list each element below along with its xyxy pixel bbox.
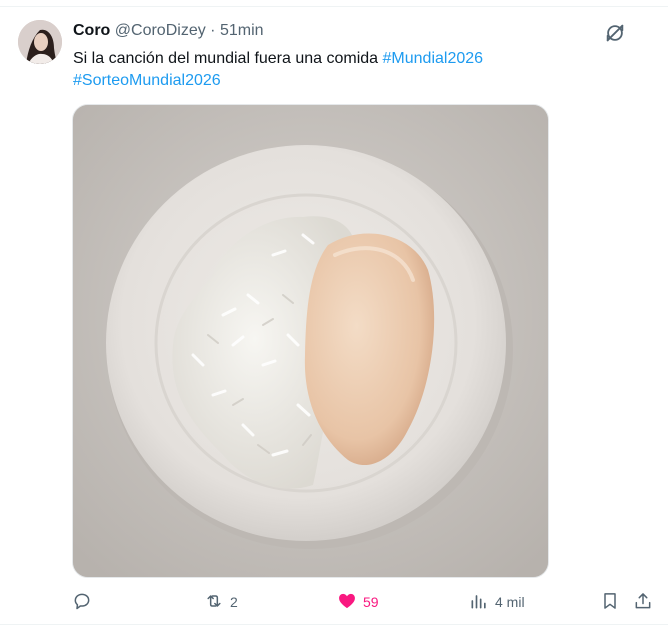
views-icon [469,591,489,614]
post-body: Si la canción del mundial fuera una comi… [73,50,383,67]
reply-icon [72,591,92,614]
post-header: Coro @CoroDizey · 51min [73,22,264,40]
repost-count: 2 [230,594,238,610]
reply-button[interactable] [72,588,98,616]
like-count: 59 [363,594,379,610]
post-actions: 2 59 4 mil [0,588,668,616]
plate-photo [73,105,548,577]
avatar-photo [18,20,62,64]
bookmark-icon [600,591,620,614]
share-button[interactable] [633,588,653,616]
timestamp[interactable]: 51min [220,22,264,39]
separator-dot: · [210,22,216,39]
top-divider [0,0,668,7]
views-button[interactable]: 4 mil [469,588,525,616]
bottom-divider [0,624,668,625]
repost-button[interactable]: 2 [204,588,238,616]
author-name[interactable]: Coro [73,22,110,39]
grok-icon[interactable] [604,22,626,44]
avatar[interactable] [18,20,62,64]
post-media-image[interactable] [72,104,549,578]
repost-icon [204,591,224,614]
views-count: 4 mil [495,594,525,610]
hashtag-sorteomundial2026[interactable]: #SorteoMundial2026 [73,72,221,89]
author-handle[interactable]: @CoroDizey [115,22,206,39]
hashtag-mundial2026[interactable]: #Mundial2026 [383,50,484,67]
share-icon [633,591,653,614]
bookmark-button[interactable] [600,588,620,616]
post-text: Si la canción del mundial fuera una comi… [73,48,593,92]
like-button[interactable]: 59 [337,588,379,616]
like-icon [337,591,357,614]
